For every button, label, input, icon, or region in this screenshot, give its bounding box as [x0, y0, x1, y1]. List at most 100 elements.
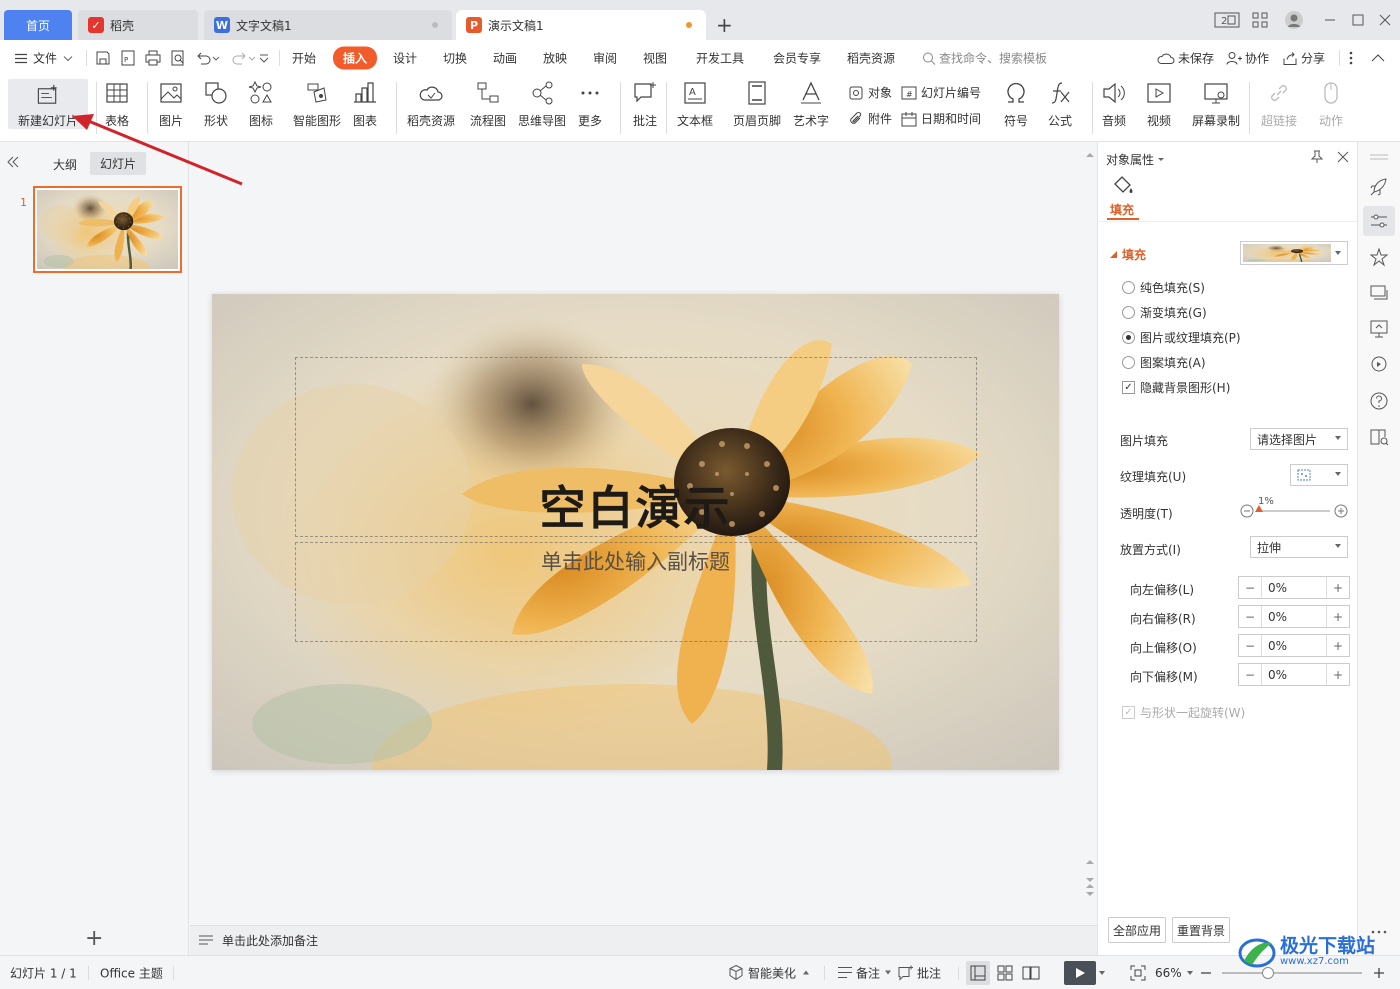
offset-bottom-value[interactable]: 0% [1261, 664, 1327, 685]
radio-solid-fill[interactable]: 纯色填充(S) [1122, 279, 1205, 296]
datetime-button[interactable]: 日期和时间 [901, 110, 981, 127]
unsaved-status[interactable]: 未保存 [1157, 50, 1214, 67]
slide-1[interactable]: 空白演示 单击此处输入副标题 [212, 294, 1059, 770]
hyperlink-button[interactable]: 超链接 [1261, 80, 1297, 129]
minimize-icon[interactable] [1324, 10, 1336, 30]
file-menu[interactable]: 文件 [14, 50, 73, 67]
theme-name[interactable]: Office 主题 [100, 964, 163, 981]
close-panel-icon[interactable] [1336, 150, 1350, 164]
video-button[interactable]: 视频 [1146, 80, 1172, 129]
fit-window-icon[interactable] [1130, 965, 1146, 981]
customize-toolbar-icon[interactable] [258, 52, 270, 64]
book-search-icon[interactable] [1368, 426, 1390, 448]
comments-toggle[interactable]: 批注 [898, 964, 941, 981]
offset-top-stepper[interactable]: −0% + [1238, 634, 1350, 657]
minus-icon[interactable]: − [1239, 635, 1261, 656]
vertical-scrollbar[interactable] [1083, 142, 1097, 925]
smartart-button[interactable]: 智能图形 [293, 80, 341, 129]
notes-toggle[interactable]: 备注 [837, 964, 892, 981]
slide-thumbnail[interactable] [33, 186, 182, 273]
fill-tab[interactable]: 填充 [1110, 201, 1134, 218]
menu-insert[interactable]: 插入 [333, 46, 378, 70]
more-button[interactable]: 更多 [577, 80, 603, 129]
offset-left-stepper[interactable]: −0% + [1238, 576, 1350, 599]
reading-view-icon[interactable] [1022, 965, 1040, 981]
export-pdf-icon[interactable]: P [120, 50, 136, 66]
window-mode-icon[interactable]: 2 [1214, 10, 1240, 30]
location-icon[interactable] [1368, 354, 1390, 376]
notes-pane[interactable]: 单击此处添加备注 [190, 925, 1097, 955]
texture-fill-select[interactable] [1290, 464, 1348, 486]
menu-review[interactable]: 审阅 [593, 50, 617, 67]
offset-right-stepper[interactable]: −0% + [1238, 605, 1350, 628]
undo-icon[interactable] [195, 50, 221, 66]
properties-sliders-icon[interactable] [1368, 210, 1390, 232]
icon-button[interactable]: 图标 [248, 80, 274, 129]
comment-button[interactable]: 批注 [632, 80, 658, 129]
fill-section-header[interactable]: 填充 [1110, 246, 1146, 263]
rocket-icon[interactable] [1368, 176, 1390, 198]
tab-home[interactable]: 首页 [4, 10, 72, 40]
audio-button[interactable]: 音频 [1101, 80, 1127, 129]
menu-transitions[interactable]: 切换 [443, 50, 467, 67]
save-icon[interactable] [95, 50, 111, 66]
offset-bottom-stepper[interactable]: −0% + [1238, 663, 1350, 686]
beautify-icon[interactable] [1368, 318, 1390, 340]
reset-background-button[interactable]: 重置背景 [1172, 917, 1230, 943]
docer-resources-button[interactable]: 稻壳资源 [407, 80, 455, 129]
menu-animations[interactable]: 动画 [493, 50, 517, 67]
minus-icon[interactable]: − [1239, 577, 1261, 598]
object-button[interactable]: 对象 [848, 84, 892, 101]
wordart-button[interactable]: 艺术字 [793, 80, 829, 129]
radio-gradient-fill[interactable]: 渐变填充(G) [1122, 304, 1207, 321]
radio-pattern-fill[interactable]: 图案填充(A) [1122, 354, 1206, 371]
menu-member[interactable]: 会员专享 [773, 50, 821, 67]
slideshow-options-icon[interactable] [1098, 970, 1106, 976]
symbol-button[interactable]: 符号 [1003, 80, 1029, 129]
menu-developer[interactable]: 开发工具 [696, 50, 744, 67]
more-options-icon[interactable] [1348, 50, 1354, 66]
zoom-out-icon[interactable] [1200, 967, 1212, 979]
menu-docer-resources[interactable]: 稻壳资源 [847, 50, 895, 67]
placement-select[interactable]: 拉伸 [1250, 536, 1348, 558]
apps-grid-icon[interactable] [1252, 10, 1268, 30]
menu-view[interactable]: 视图 [643, 50, 667, 67]
slide-sorter-icon[interactable] [997, 965, 1013, 981]
menu-home[interactable]: 开始 [292, 50, 316, 67]
tab-writer-doc[interactable]: W 文字文稿1 [204, 10, 452, 40]
close-window-icon[interactable] [1379, 10, 1391, 30]
slide-subtitle[interactable]: 单击此处输入副标题 [212, 546, 1059, 576]
slide-transition-icon[interactable] [1368, 282, 1390, 304]
hide-bg-graphics-checkbox[interactable]: ✓ 隐藏背景图形(H) [1122, 379, 1230, 396]
picture-fill-select[interactable]: 请选择图片 [1250, 428, 1348, 450]
zoom-level[interactable]: 66% [1155, 966, 1194, 980]
menu-slideshow[interactable]: 放映 [543, 50, 567, 67]
properties-header[interactable]: 对象属性 [1106, 151, 1165, 168]
help-icon[interactable] [1368, 390, 1390, 412]
tab-presentation[interactable]: P 演示文稿1 [456, 10, 706, 40]
transparency-increase-icon[interactable] [1334, 504, 1348, 518]
add-slide-button[interactable]: + [85, 926, 103, 951]
print-icon[interactable] [145, 50, 161, 66]
slide-number-button[interactable]: # 幻灯片编号 [901, 84, 981, 101]
chart-button[interactable]: 图表 [352, 80, 378, 129]
transparency-slider[interactable] [1254, 505, 1330, 512]
slide-title[interactable]: 空白演示 [212, 472, 1059, 538]
share-button[interactable]: 分享 [1282, 50, 1325, 67]
rotate-with-shape-checkbox[interactable]: ✓ 与形状一起旋转(W) [1122, 704, 1245, 721]
header-footer-button[interactable]: 页眉页脚 [733, 80, 781, 129]
minus-icon[interactable]: − [1239, 606, 1261, 627]
star-animation-icon[interactable] [1368, 246, 1390, 268]
print-preview-icon[interactable] [170, 50, 186, 66]
collapse-ribbon-icon[interactable] [1371, 53, 1385, 63]
screen-record-button[interactable]: 屏幕录制 [1192, 80, 1240, 129]
plus-icon[interactable]: + [1327, 577, 1349, 598]
plus-icon[interactable]: + [1327, 606, 1349, 627]
tab-docer[interactable]: ✓ 稻壳 [78, 10, 198, 40]
radio-picture-fill[interactable]: 图片或纹理填充(P) [1122, 329, 1241, 346]
maximize-icon[interactable] [1352, 10, 1364, 30]
menu-design[interactable]: 设计 [393, 50, 417, 67]
zoom-slider-thumb[interactable] [1262, 967, 1274, 979]
textbox-button[interactable]: A 文本框 [677, 80, 713, 129]
command-search[interactable]: 查找命令、搜索模板 [922, 50, 1047, 67]
